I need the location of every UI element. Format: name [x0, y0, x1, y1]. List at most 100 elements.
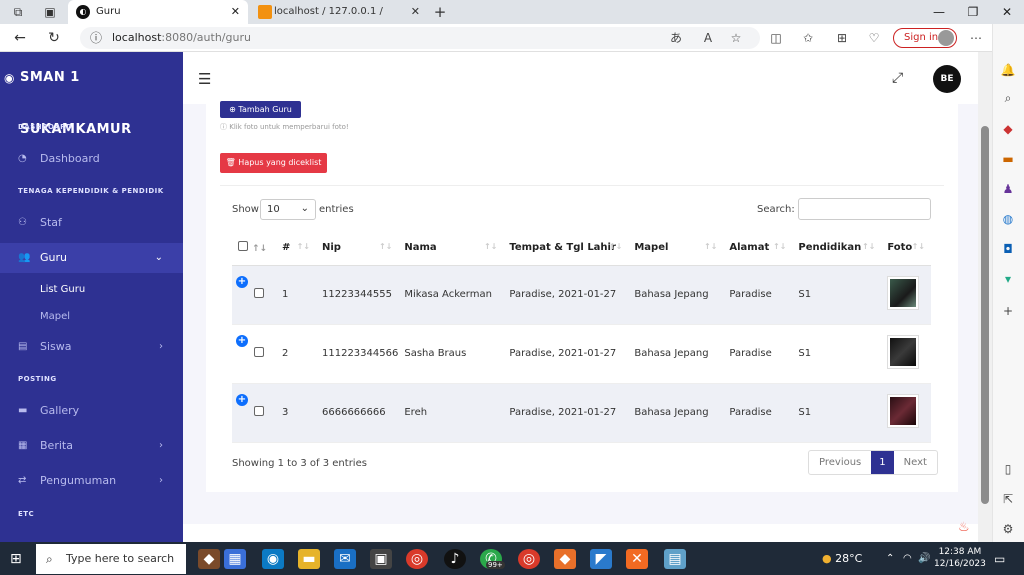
store-icon[interactable]: ▣	[370, 549, 392, 569]
select-all-checkbox[interactable]	[238, 240, 248, 251]
dashboard-icon: ◔	[18, 153, 27, 164]
expand-row-icon[interactable]: +	[236, 275, 248, 288]
delete-checked-button[interactable]: 🗑 Hapus yang diceklist	[220, 153, 327, 173]
volume-icon[interactable]: 🔊	[918, 553, 930, 564]
collections-icon[interactable]: ⊞	[834, 30, 850, 46]
add-icon[interactable]: +	[1000, 303, 1016, 319]
guru-photo[interactable]	[887, 335, 920, 369]
guru-photo[interactable]	[887, 276, 920, 310]
sidebar-item-siswa[interactable]: ▤ Siswa ›	[0, 332, 183, 362]
tab-guru[interactable]: ◐ Guru ✕	[68, 0, 248, 24]
scrollbar-thumb[interactable]	[981, 126, 989, 504]
widget-icon[interactable]: ◆	[198, 549, 220, 569]
expand-row-icon[interactable]: +	[236, 393, 248, 406]
header-ttl[interactable]: Tempat & Tgl Lahir ↑↓	[503, 230, 629, 266]
more-icon[interactable]: ⋯	[968, 30, 984, 46]
chrome-profile-icon[interactable]: ◎	[518, 549, 540, 569]
vscode-icon[interactable]: ◤	[590, 549, 612, 569]
brand-title[interactable]: ◉ SMAN 1 SUKAMKAMUR	[0, 52, 183, 137]
external-link-icon[interactable]: ⇱	[1000, 491, 1016, 507]
close-window-icon[interactable]: ✕	[990, 0, 1024, 24]
sidebar-toggle-icon[interactable]: ▯	[1000, 461, 1016, 477]
file-explorer-icon[interactable]: ▬	[298, 549, 320, 569]
translate-icon[interactable]: あ	[668, 30, 684, 46]
url-text[interactable]: localhost:8080/auth/guru	[112, 31, 251, 44]
header-nama[interactable]: Nama ↑↓	[398, 230, 504, 266]
fire-icon[interactable]: ♨	[958, 520, 970, 535]
user-avatar[interactable]: BE	[933, 65, 961, 93]
header-mapel[interactable]: Mapel ↑↓	[628, 230, 724, 266]
git-icon[interactable]: ◆	[554, 549, 576, 569]
tray-chevron-icon[interactable]: ⌃	[886, 553, 894, 564]
add-guru-button[interactable]: ⊕ Tambah Guru	[220, 101, 301, 118]
entries-select[interactable]: 10 ⌄	[260, 199, 316, 220]
read-aloud-icon[interactable]: A	[700, 30, 716, 46]
previous-button[interactable]: Previous	[809, 451, 871, 474]
mail-icon[interactable]: ✉	[334, 549, 356, 569]
favorites-icon[interactable]: ✩	[800, 30, 816, 46]
row-checkbox[interactable]	[254, 406, 264, 416]
sidebar-item-mapel[interactable]: Mapel	[40, 311, 70, 322]
minimize-icon[interactable]: —	[922, 0, 956, 24]
outlook-icon[interactable]: ◘	[1000, 241, 1016, 257]
split-screen-icon[interactable]: ◫	[768, 30, 784, 46]
tiktok-icon[interactable]: ♪	[444, 549, 466, 569]
drop-icon[interactable]: ▾	[1000, 271, 1016, 287]
sidebar-item-guru[interactable]: 👥 Guru ⌄	[0, 243, 183, 273]
fullscreen-icon[interactable]: ⤢	[892, 70, 903, 86]
menu-toggle-icon[interactable]: ☰	[198, 70, 211, 88]
expand-row-icon[interactable]: +	[236, 334, 248, 347]
sign-in-button[interactable]: Sign in	[893, 28, 957, 48]
sidebar-item-list-guru[interactable]: List Guru	[40, 284, 85, 295]
cell-nip: 11223344555	[316, 265, 399, 325]
weather[interactable]: ● 28°C	[822, 552, 862, 565]
notepad-icon[interactable]: ▤	[664, 549, 686, 569]
sidebar-item-berita[interactable]: ▦ Berita ›	[0, 431, 183, 461]
header-pendidikan[interactable]: Pendidikan ↑↓	[792, 230, 882, 266]
sidebar-item-gallery[interactable]: ▬ Gallery	[0, 396, 183, 426]
tab-actions-icon[interactable]: ▣	[42, 4, 58, 20]
restore-icon[interactable]: ❐	[956, 0, 990, 24]
tools-icon[interactable]: ▬	[1000, 151, 1016, 167]
windows-start-icon[interactable]: ⊞	[10, 551, 22, 567]
chrome-icon[interactable]: ◎	[406, 549, 428, 569]
close-tab-icon[interactable]: ✕	[411, 0, 420, 24]
row-checkbox[interactable]	[254, 288, 264, 298]
header-alamat[interactable]: Alamat ↑↓	[723, 230, 793, 266]
sidebar-item-dashboard[interactable]: ◔ Dashboard	[0, 144, 183, 174]
header-nip[interactable]: Nip ↑↓	[316, 230, 399, 266]
task-view-icon[interactable]: ▦	[224, 549, 246, 569]
sort-icon: ↑↓	[861, 242, 876, 251]
row-checkbox[interactable]	[254, 347, 264, 357]
settings-icon[interactable]: ⚙	[1000, 521, 1016, 537]
header-foto[interactable]: Foto ↑↓	[881, 230, 931, 266]
page-1-button[interactable]: 1	[871, 451, 894, 474]
clock[interactable]: 12:38 AM 12/16/2023	[934, 546, 986, 570]
taskbar-search[interactable]: ⌕ Type here to search	[36, 544, 186, 574]
sidebar-item-pengumuman[interactable]: ⇄ Pengumuman ›	[0, 466, 183, 496]
workspaces-icon[interactable]: ⧉	[10, 4, 26, 20]
games-icon[interactable]: ♟	[1000, 181, 1016, 197]
refresh-icon[interactable]: ↻	[44, 28, 64, 48]
next-button[interactable]: Next	[894, 451, 937, 474]
microsoft365-icon[interactable]: ◍	[1000, 211, 1016, 227]
header-no[interactable]: # ↑↓	[276, 230, 316, 266]
select-all-header[interactable]: ↑↓	[232, 230, 276, 266]
edge-app-icon[interactable]: ◉	[262, 549, 284, 569]
browser-essentials-icon[interactable]: ♡	[866, 30, 882, 46]
new-tab-icon[interactable]: +	[432, 4, 448, 20]
info-icon[interactable]: ⓘ	[88, 30, 104, 46]
wifi-icon[interactable]: ◠	[903, 553, 912, 564]
notification-icon[interactable]: 🔔	[1000, 62, 1016, 78]
guru-photo[interactable]	[887, 394, 920, 428]
search-icon[interactable]: ⌕	[1000, 90, 1016, 106]
notifications-icon[interactable]: ▭	[994, 552, 1005, 566]
search-input[interactable]	[798, 198, 931, 220]
favorite-icon[interactable]: ☆	[728, 30, 744, 46]
xampp-icon[interactable]: ✕	[626, 549, 648, 569]
back-icon[interactable]: ←	[10, 28, 30, 48]
shopping-icon[interactable]: ◆	[1000, 121, 1016, 137]
close-tab-icon[interactable]: ✕	[231, 0, 240, 24]
tab-phpmyadmin[interactable]: localhost / 127.0.0.1 / wbportals... ✕	[250, 0, 428, 41]
sidebar-item-staf[interactable]: ⚇ Staf	[0, 208, 183, 238]
